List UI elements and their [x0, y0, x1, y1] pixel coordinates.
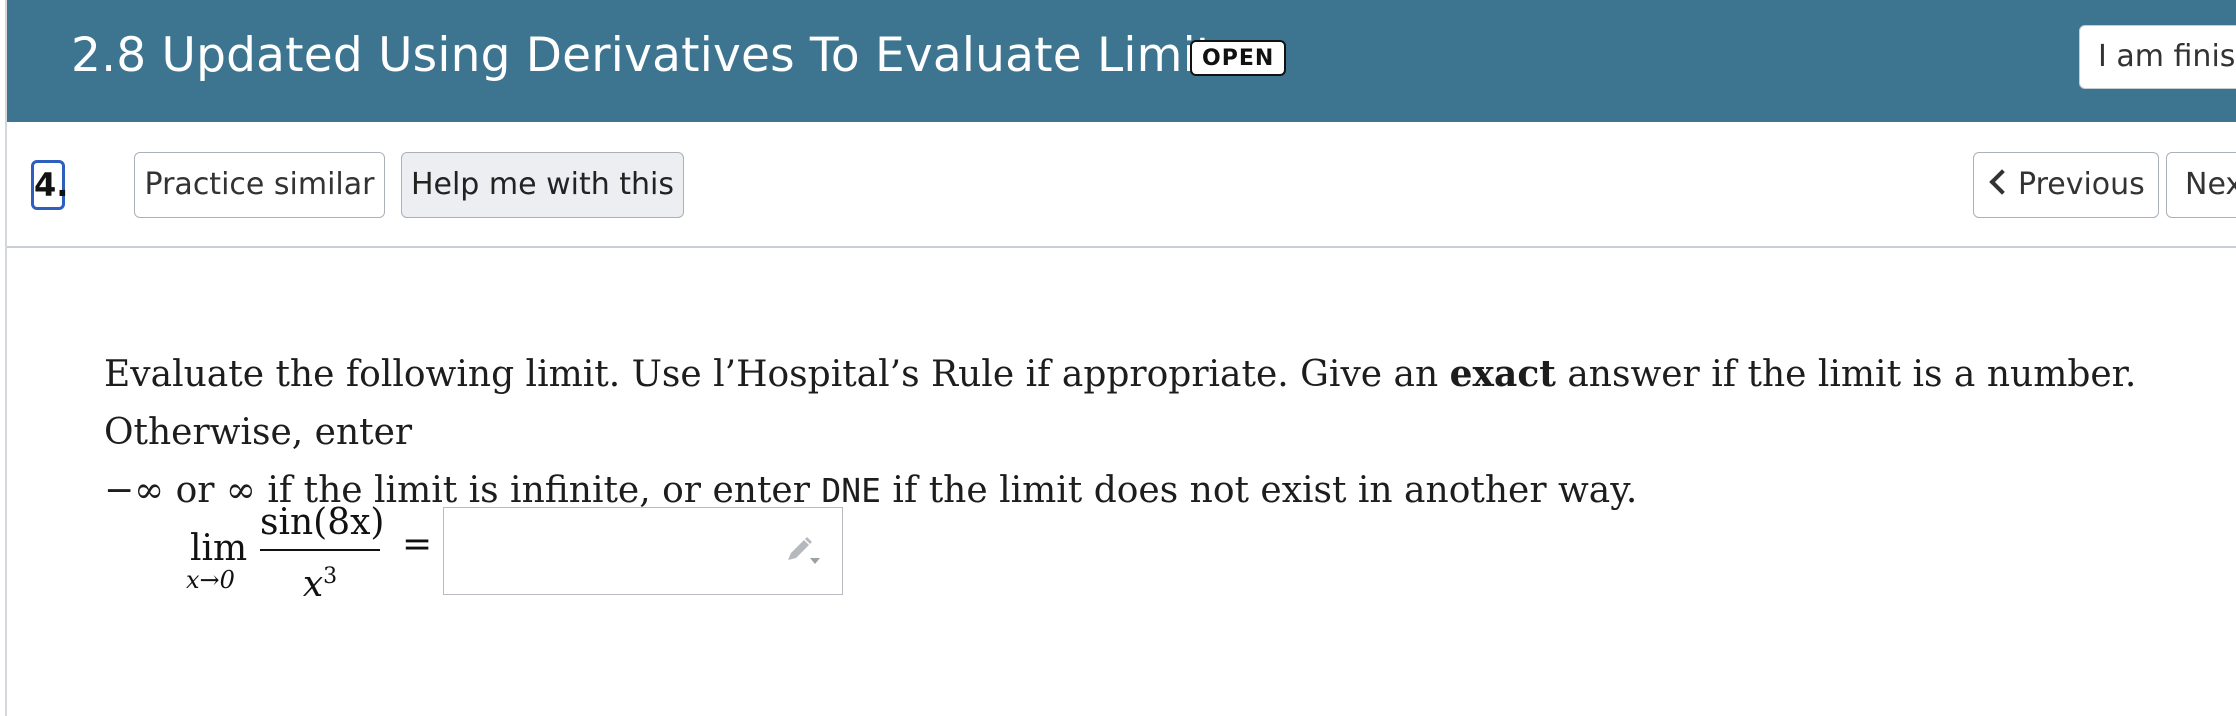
fraction-denominator: x3: [260, 556, 380, 606]
assignment-title: 2.8 Updated Using Derivatives To Evaluat…: [71, 28, 1240, 83]
prompt-bold-exact: exact: [1449, 353, 1556, 395]
answer-input[interactable]: [443, 507, 843, 595]
previous-label: Previous: [2018, 167, 2145, 202]
fraction-bar: [260, 549, 380, 551]
denominator-base: x: [302, 564, 324, 605]
prompt-text-3: −∞ or ∞ if the limit is infinite, or ent…: [104, 470, 822, 511]
question-prompt: Evaluate the following limit. Use l’Hosp…: [104, 345, 2224, 520]
denominator-exponent: 3: [323, 564, 338, 589]
open-status-badge: OPEN: [1190, 40, 1287, 76]
assignment-header: 2.8 Updated Using Derivatives To Evaluat…: [7, 0, 2236, 122]
practice-similar-button[interactable]: Practice similar: [134, 152, 385, 218]
lim-operator: lim: [190, 528, 248, 569]
finish-button[interactable]: I am finished: [2079, 25, 2236, 89]
prompt-text-4: if the limit does not exist in another w…: [880, 470, 1638, 511]
help-me-button[interactable]: Help me with this: [401, 152, 684, 218]
lim-approach: x→0: [186, 566, 235, 594]
previous-button[interactable]: Previous: [1973, 152, 2159, 218]
left-edge-rule: [0, 0, 7, 716]
prompt-dne-code: DNE: [821, 471, 881, 510]
question-number[interactable]: 4.: [31, 160, 68, 210]
next-button[interactable]: Next: [2166, 152, 2236, 218]
fraction-numerator: sin(8x): [260, 502, 385, 543]
fraction: sin(8x) x3: [260, 500, 385, 606]
equals-sign: =: [402, 524, 433, 565]
pencil-edit-icon[interactable]: [782, 536, 822, 566]
prompt-text-1: Evaluate the following limit. Use l’Hosp…: [104, 354, 1450, 395]
chevron-left-icon: [1989, 169, 2015, 195]
